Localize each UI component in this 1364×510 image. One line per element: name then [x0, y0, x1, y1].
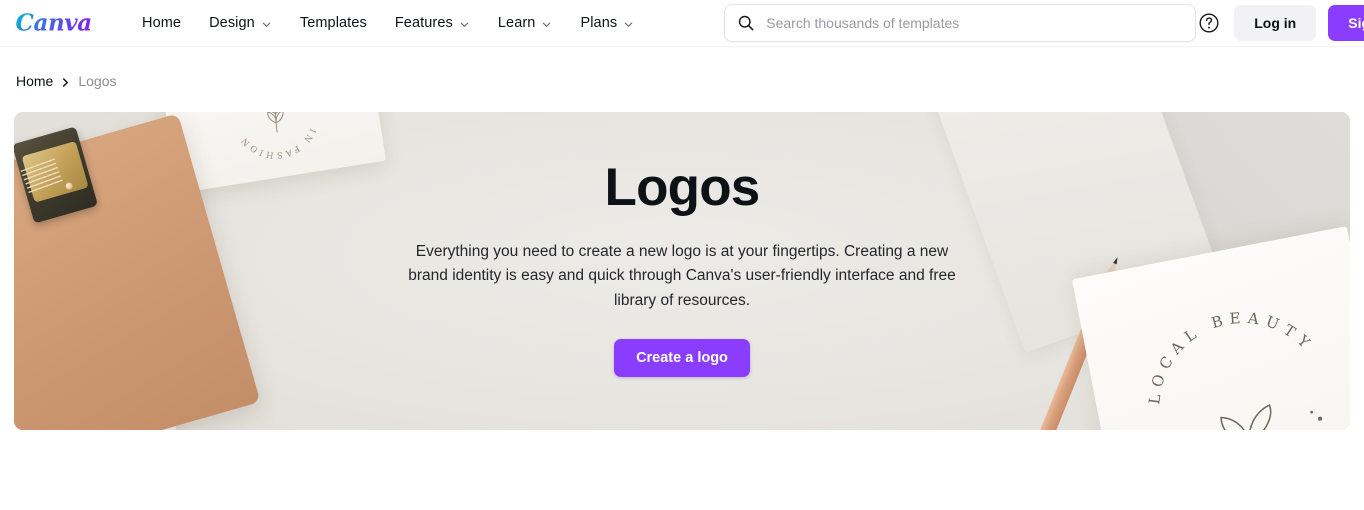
nav-item-label: Learn — [497, 15, 536, 31]
nav-item-home[interactable]: Home — [128, 7, 195, 39]
search-icon — [737, 14, 755, 32]
breadcrumb: Home Logos — [0, 47, 1364, 89]
nav-item-templates[interactable]: Templates — [286, 7, 381, 39]
search-box[interactable] — [724, 4, 1197, 42]
nav-item-plans[interactable]: Plans — [566, 7, 648, 39]
nav-item-label: Templates — [299, 15, 367, 31]
nav-item-label: Features — [394, 15, 453, 31]
svg-text:Canva: Canva — [16, 10, 92, 37]
nav-item-label: Home — [142, 15, 182, 31]
search-container — [724, 4, 1197, 42]
hero-banner: LOCAL BEAUTY IN FASHION — [14, 112, 1350, 430]
nav-item-label: Plans — [580, 15, 618, 31]
chevron-down-icon — [623, 19, 634, 30]
page-title: Logos — [604, 158, 761, 217]
main-nav: Home Design Templates Features Learn Pla… — [128, 7, 648, 39]
nav-item-design[interactable]: Design — [195, 7, 286, 39]
login-button[interactable]: Log in — [1234, 5, 1317, 41]
breadcrumb-item-home[interactable]: Home — [16, 73, 53, 89]
hero-subtitle: Everything you need to create a new logo… — [408, 242, 956, 309]
hero-content: Logos Everything you need to create a ne… — [14, 112, 1350, 430]
nav-item-label: Design — [209, 15, 255, 31]
chevron-down-icon — [541, 19, 552, 30]
chevron-down-icon — [261, 19, 272, 30]
help-circle-icon[interactable] — [1196, 10, 1222, 36]
chevron-down-icon — [459, 19, 470, 30]
search-input[interactable] — [766, 15, 1184, 31]
breadcrumb-item-current: Logos — [78, 72, 117, 89]
chevron-right-icon — [61, 75, 70, 87]
nav-item-learn[interactable]: Learn — [484, 7, 567, 39]
create-a-logo-button[interactable]: Create a logo — [614, 339, 750, 378]
hero-section-wrapper: LOCAL BEAUTY IN FASHION — [0, 88, 1364, 430]
canva-logo[interactable]: Canva — [14, 6, 106, 40]
nav-item-features[interactable]: Features — [381, 7, 484, 39]
site-header: Canva Home Design Templates Features Lea… — [0, 0, 1364, 47]
header-actions: Log in Sign up — [1196, 5, 1364, 41]
signup-button[interactable]: Sign up — [1328, 5, 1364, 41]
